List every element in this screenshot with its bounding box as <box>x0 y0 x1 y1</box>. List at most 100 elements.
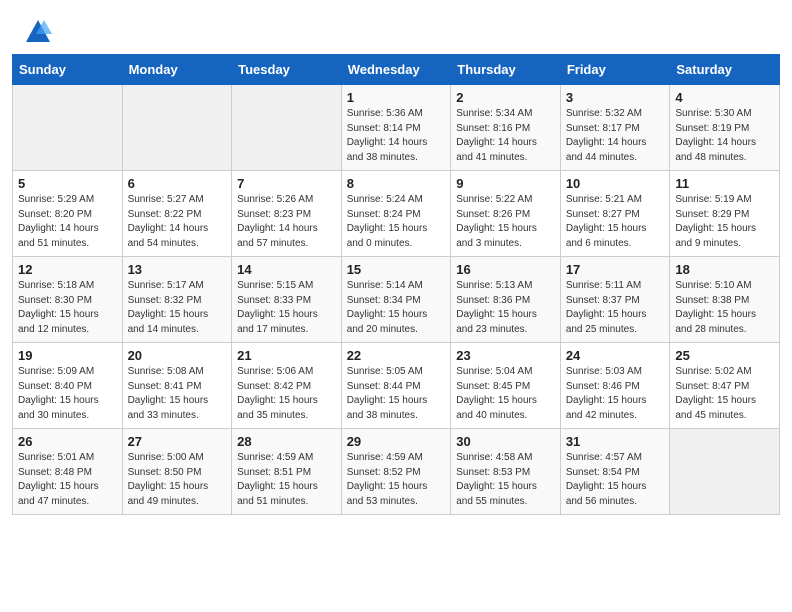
calendar-cell: 10 Sunrise: 5:21 AM Sunset: 8:27 PM Dayli… <box>560 171 670 257</box>
page: SundayMondayTuesdayWednesdayThursdayFrid… <box>0 0 792 612</box>
day-number: 16 <box>456 262 555 277</box>
col-header-saturday: Saturday <box>670 55 780 85</box>
day-info: Sunrise: 5:19 AM Sunset: 8:29 PM Dayligh… <box>675 193 774 251</box>
day-info: Sunrise: 5:27 AM Sunset: 8:22 PM Dayligh… <box>128 193 227 251</box>
day-info: Sunrise: 5:29 AM Sunset: 8:20 PM Dayligh… <box>18 193 117 251</box>
logo <box>24 18 56 46</box>
day-number: 19 <box>18 348 117 363</box>
calendar-cell: 27 Sunrise: 5:00 AM Sunset: 8:50 PM Dayli… <box>122 429 232 515</box>
day-number: 9 <box>456 176 555 191</box>
day-number: 15 <box>347 262 446 277</box>
calendar: SundayMondayTuesdayWednesdayThursdayFrid… <box>0 54 792 612</box>
day-number: 27 <box>128 434 227 449</box>
calendar-cell: 14Sunrise: 5:15 AM Sunset: 8:33 PM Dayli… <box>232 257 342 343</box>
day-info: Sunrise: 4:59 AM Sunset: 8:51 PM Dayligh… <box>237 451 336 509</box>
calendar-cell: 26 Sunrise: 5:01 AM Sunset: 8:48 PM Dayli… <box>13 429 123 515</box>
col-header-wednesday: Wednesday <box>341 55 451 85</box>
day-number: 30 <box>456 434 555 449</box>
calendar-cell: 1Sunrise: 5:36 AM Sunset: 8:14 PM Daylig… <box>341 85 451 171</box>
day-number: 17 <box>566 262 665 277</box>
day-info: Sunrise: 5:21 AM Sunset: 8:27 PM Dayligh… <box>566 193 665 251</box>
day-number: 1 <box>347 90 446 105</box>
day-info: Sunrise: 5:18 AM Sunset: 8:30 PM Dayligh… <box>18 279 117 337</box>
calendar-cell: 15 Sunrise: 5:14 AM Sunset: 8:34 PM Dayli… <box>341 257 451 343</box>
day-info: Sunrise: 5:01 AM Sunset: 8:48 PM Dayligh… <box>18 451 117 509</box>
day-number: 3 <box>566 90 665 105</box>
day-info: Sunrise: 5:08 AM Sunset: 8:41 PM Dayligh… <box>128 365 227 423</box>
calendar-body: 1Sunrise: 5:36 AM Sunset: 8:14 PM Daylig… <box>13 85 780 515</box>
day-info: Sunrise: 5:30 AM Sunset: 8:19 PM Dayligh… <box>675 107 774 165</box>
day-number: 5 <box>18 176 117 191</box>
day-number: 18 <box>675 262 774 277</box>
calendar-cell: 25 Sunrise: 5:02 AM Sunset: 8:47 PM Dayli… <box>670 343 780 429</box>
calendar-cell: 29Sunrise: 4:59 AM Sunset: 8:52 PM Dayli… <box>341 429 451 515</box>
calendar-cell: 23 Sunrise: 5:04 AM Sunset: 8:45 PM Dayli… <box>451 343 561 429</box>
day-info: Sunrise: 5:11 AM Sunset: 8:37 PM Dayligh… <box>566 279 665 337</box>
header-row: SundayMondayTuesdayWednesdayThursdayFrid… <box>13 55 780 85</box>
calendar-cell: 9 Sunrise: 5:22 AM Sunset: 8:26 PM Daylig… <box>451 171 561 257</box>
calendar-cell: 2 Sunrise: 5:34 AM Sunset: 8:16 PM Daylig… <box>451 85 561 171</box>
calendar-cell: 11 Sunrise: 5:19 AM Sunset: 8:29 PM Dayli… <box>670 171 780 257</box>
calendar-cell: 7 Sunrise: 5:26 AM Sunset: 8:23 PM Daylig… <box>232 171 342 257</box>
calendar-cell: 4Sunrise: 5:30 AM Sunset: 8:19 PM Daylig… <box>670 85 780 171</box>
day-number: 10 <box>566 176 665 191</box>
day-info: Sunrise: 5:02 AM Sunset: 8:47 PM Dayligh… <box>675 365 774 423</box>
day-number: 31 <box>566 434 665 449</box>
day-info: Sunrise: 5:09 AM Sunset: 8:40 PM Dayligh… <box>18 365 117 423</box>
day-info: Sunrise: 5:06 AM Sunset: 8:42 PM Dayligh… <box>237 365 336 423</box>
day-number: 12 <box>18 262 117 277</box>
logo-icon <box>24 18 52 46</box>
day-number: 23 <box>456 348 555 363</box>
calendar-cell: 12 Sunrise: 5:18 AM Sunset: 8:30 PM Dayli… <box>13 257 123 343</box>
day-info: Sunrise: 5:24 AM Sunset: 8:24 PM Dayligh… <box>347 193 446 251</box>
calendar-cell <box>13 85 123 171</box>
day-number: 26 <box>18 434 117 449</box>
calendar-row-1: 5 Sunrise: 5:29 AM Sunset: 8:20 PM Daylig… <box>13 171 780 257</box>
day-number: 11 <box>675 176 774 191</box>
day-info: Sunrise: 4:57 AM Sunset: 8:54 PM Dayligh… <box>566 451 665 509</box>
day-info: Sunrise: 4:58 AM Sunset: 8:53 PM Dayligh… <box>456 451 555 509</box>
day-number: 6 <box>128 176 227 191</box>
day-number: 14 <box>237 262 336 277</box>
calendar-cell: 5 Sunrise: 5:29 AM Sunset: 8:20 PM Daylig… <box>13 171 123 257</box>
calendar-cell: 24 Sunrise: 5:03 AM Sunset: 8:46 PM Dayli… <box>560 343 670 429</box>
day-number: 20 <box>128 348 227 363</box>
calendar-header: SundayMondayTuesdayWednesdayThursdayFrid… <box>13 55 780 85</box>
calendar-row-4: 26 Sunrise: 5:01 AM Sunset: 8:48 PM Dayli… <box>13 429 780 515</box>
calendar-cell: 21Sunrise: 5:06 AM Sunset: 8:42 PM Dayli… <box>232 343 342 429</box>
calendar-cell: 17 Sunrise: 5:11 AM Sunset: 8:37 PM Dayli… <box>560 257 670 343</box>
day-info: Sunrise: 5:13 AM Sunset: 8:36 PM Dayligh… <box>456 279 555 337</box>
calendar-cell: 30 Sunrise: 4:58 AM Sunset: 8:53 PM Dayli… <box>451 429 561 515</box>
col-header-thursday: Thursday <box>451 55 561 85</box>
calendar-row-2: 12 Sunrise: 5:18 AM Sunset: 8:30 PM Dayli… <box>13 257 780 343</box>
calendar-cell: 3Sunrise: 5:32 AM Sunset: 8:17 PM Daylig… <box>560 85 670 171</box>
day-number: 13 <box>128 262 227 277</box>
day-number: 25 <box>675 348 774 363</box>
calendar-cell <box>670 429 780 515</box>
day-info: Sunrise: 5:04 AM Sunset: 8:45 PM Dayligh… <box>456 365 555 423</box>
col-header-monday: Monday <box>122 55 232 85</box>
col-header-tuesday: Tuesday <box>232 55 342 85</box>
day-info: Sunrise: 5:03 AM Sunset: 8:46 PM Dayligh… <box>566 365 665 423</box>
calendar-cell: 13 Sunrise: 5:17 AM Sunset: 8:32 PM Dayli… <box>122 257 232 343</box>
day-number: 7 <box>237 176 336 191</box>
day-info: Sunrise: 4:59 AM Sunset: 8:52 PM Dayligh… <box>347 451 446 509</box>
day-info: Sunrise: 5:22 AM Sunset: 8:26 PM Dayligh… <box>456 193 555 251</box>
day-number: 22 <box>347 348 446 363</box>
calendar-cell: 19 Sunrise: 5:09 AM Sunset: 8:40 PM Dayli… <box>13 343 123 429</box>
header <box>0 0 792 54</box>
day-number: 2 <box>456 90 555 105</box>
col-header-friday: Friday <box>560 55 670 85</box>
calendar-cell: 22 Sunrise: 5:05 AM Sunset: 8:44 PM Dayli… <box>341 343 451 429</box>
calendar-cell: 16 Sunrise: 5:13 AM Sunset: 8:36 PM Dayli… <box>451 257 561 343</box>
day-number: 28 <box>237 434 336 449</box>
day-info: Sunrise: 5:00 AM Sunset: 8:50 PM Dayligh… <box>128 451 227 509</box>
day-info: Sunrise: 5:14 AM Sunset: 8:34 PM Dayligh… <box>347 279 446 337</box>
calendar-cell: 28 Sunrise: 4:59 AM Sunset: 8:51 PM Dayli… <box>232 429 342 515</box>
day-info: Sunrise: 5:26 AM Sunset: 8:23 PM Dayligh… <box>237 193 336 251</box>
day-info: Sunrise: 5:05 AM Sunset: 8:44 PM Dayligh… <box>347 365 446 423</box>
day-number: 24 <box>566 348 665 363</box>
day-info: Sunrise: 5:17 AM Sunset: 8:32 PM Dayligh… <box>128 279 227 337</box>
day-info: Sunrise: 5:34 AM Sunset: 8:16 PM Dayligh… <box>456 107 555 165</box>
calendar-cell: 20 Sunrise: 5:08 AM Sunset: 8:41 PM Dayli… <box>122 343 232 429</box>
